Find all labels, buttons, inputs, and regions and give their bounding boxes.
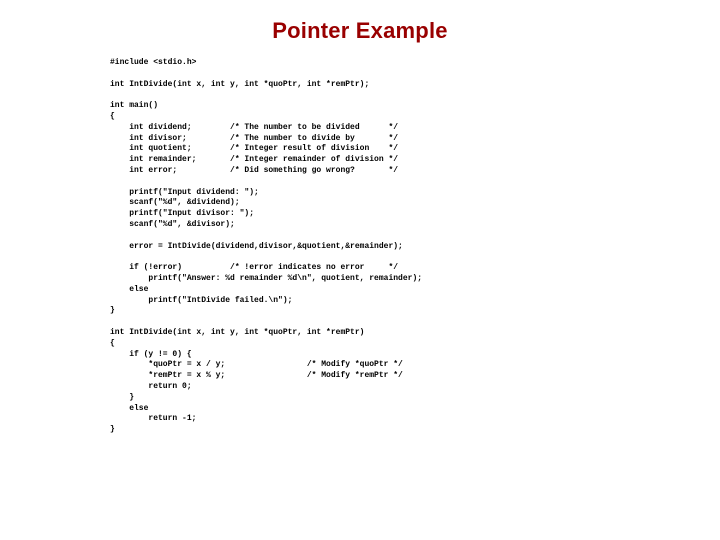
page-title: Pointer Example: [110, 18, 610, 44]
slide: Pointer Example #include <stdio.h> int I…: [0, 0, 720, 540]
code-block: #include <stdio.h> int IntDivide(int x, …: [110, 58, 610, 436]
